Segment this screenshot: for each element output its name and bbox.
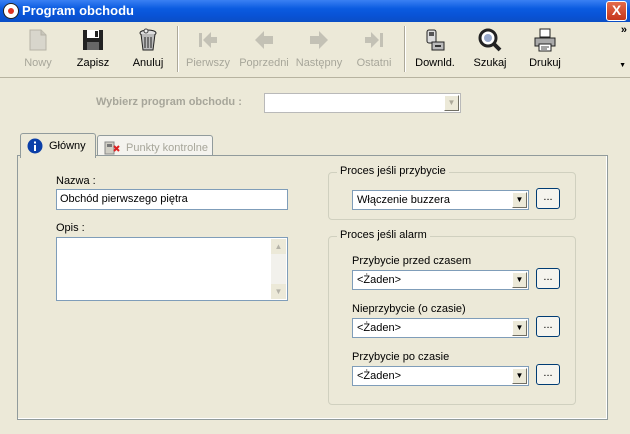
- late-arrival-combo[interactable]: <Żaden> ▼: [352, 366, 529, 386]
- search-magnifier-icon: [478, 28, 502, 52]
- next-button-label: Następny: [295, 57, 343, 69]
- cancel-button-label: Anuluj: [132, 57, 164, 69]
- toolbar: Nowy Zapisz Anuluj Pierwszy Poprzedni Na…: [0, 22, 630, 78]
- save-button-label: Zapisz: [76, 57, 110, 69]
- window-title: Program obchodu: [22, 3, 134, 18]
- previous-arrow-icon: [255, 31, 273, 49]
- no-arrival-combo[interactable]: <Żaden> ▼: [352, 318, 529, 338]
- info-icon: [27, 138, 43, 154]
- tab-main-label: Główny: [49, 140, 86, 152]
- name-label: Nazwa :: [56, 175, 96, 187]
- title-bar: Program obchodu X: [0, 0, 630, 22]
- late-arrival-browse-button[interactable]: ...: [536, 364, 560, 385]
- alarm-process-title: Proces jeśli alarm: [337, 229, 430, 241]
- name-field-value: Obchód pierwszego piętra: [60, 193, 188, 205]
- arrival-process-browse-button[interactable]: ...: [536, 188, 560, 209]
- chevron-down-icon[interactable]: ▼: [512, 272, 527, 288]
- chevron-down-icon[interactable]: ▼: [512, 368, 527, 384]
- first-button-label: Pierwszy: [186, 57, 231, 69]
- printer-icon: [534, 28, 556, 52]
- description-scrollbar[interactable]: ▲ ▼: [271, 239, 286, 299]
- new-button-label: Nowy: [24, 57, 52, 69]
- toolbar-separator: [177, 26, 179, 72]
- app-icon: [3, 3, 19, 19]
- arrival-process-title: Proces jeśli przybycie: [337, 165, 449, 177]
- chevron-down-icon[interactable]: ▼: [512, 320, 527, 336]
- checkpoint-icon: [104, 141, 120, 155]
- download-device-icon: [426, 29, 445, 51]
- last-button[interactable]: Ostatni: [354, 25, 394, 73]
- arrival-process-combo[interactable]: Włączenie buzzera ▼: [352, 190, 529, 210]
- last-button-label: Ostatni: [356, 57, 392, 69]
- first-button[interactable]: Pierwszy: [186, 25, 230, 73]
- download-button[interactable]: Downld.: [413, 25, 457, 73]
- previous-button[interactable]: Poprzedni: [239, 25, 289, 73]
- previous-button-label: Poprzedni: [239, 57, 289, 69]
- late-arrival-value: <Żaden>: [357, 370, 402, 382]
- new-document-icon: [29, 29, 47, 51]
- no-arrival-label: Nieprzybycie (o czasie): [352, 303, 466, 315]
- program-selector-label: Wybierz program obchodu :: [96, 96, 242, 108]
- toolbar-overflow-icon[interactable]: »: [621, 24, 627, 36]
- late-arrival-label: Przybycie po czasie: [352, 351, 450, 363]
- early-arrival-combo[interactable]: <Żaden> ▼: [352, 270, 529, 290]
- last-record-icon: [365, 32, 383, 48]
- save-button[interactable]: Zapisz: [74, 25, 112, 73]
- early-arrival-label: Przybycie przed czasem: [352, 255, 472, 267]
- description-field[interactable]: ▲ ▼: [56, 237, 288, 301]
- program-selector-combo[interactable]: ▼: [264, 93, 461, 113]
- tab-main[interactable]: Główny: [20, 133, 96, 158]
- close-button[interactable]: X: [606, 1, 627, 21]
- scroll-down-icon[interactable]: ▼: [271, 284, 286, 299]
- trash-bin-icon: [139, 28, 157, 51]
- first-record-icon: [199, 32, 217, 48]
- toolbar-separator: [404, 26, 406, 72]
- early-arrival-browse-button[interactable]: ...: [536, 268, 560, 289]
- chevron-down-icon[interactable]: ▼: [444, 95, 459, 111]
- chevron-down-icon[interactable]: ▼: [512, 192, 527, 208]
- arrival-process-value: Włączenie buzzera: [357, 194, 450, 206]
- cancel-button[interactable]: Anuluj: [129, 25, 167, 73]
- floppy-disk-icon: [83, 30, 103, 50]
- new-button[interactable]: Nowy: [20, 25, 56, 73]
- description-label: Opis :: [56, 222, 85, 234]
- search-button-label: Szukaj: [473, 57, 507, 69]
- tab-checkpoints-label: Punkty kontrolne: [126, 142, 208, 154]
- next-button[interactable]: Następny: [294, 25, 344, 73]
- search-button[interactable]: Szukaj: [472, 25, 508, 73]
- early-arrival-value: <Żaden>: [357, 274, 402, 286]
- name-field[interactable]: Obchód pierwszego piętra: [56, 189, 288, 210]
- no-arrival-browse-button[interactable]: ...: [536, 316, 560, 337]
- scroll-up-icon[interactable]: ▲: [271, 239, 286, 254]
- no-arrival-value: <Żaden>: [357, 322, 402, 334]
- download-button-label: Downld.: [415, 57, 455, 69]
- toolbar-options-icon[interactable]: ▼: [619, 62, 626, 69]
- print-button-label: Drukuj: [529, 57, 561, 69]
- next-arrow-icon: [310, 31, 328, 49]
- print-button[interactable]: Drukuj: [526, 25, 564, 73]
